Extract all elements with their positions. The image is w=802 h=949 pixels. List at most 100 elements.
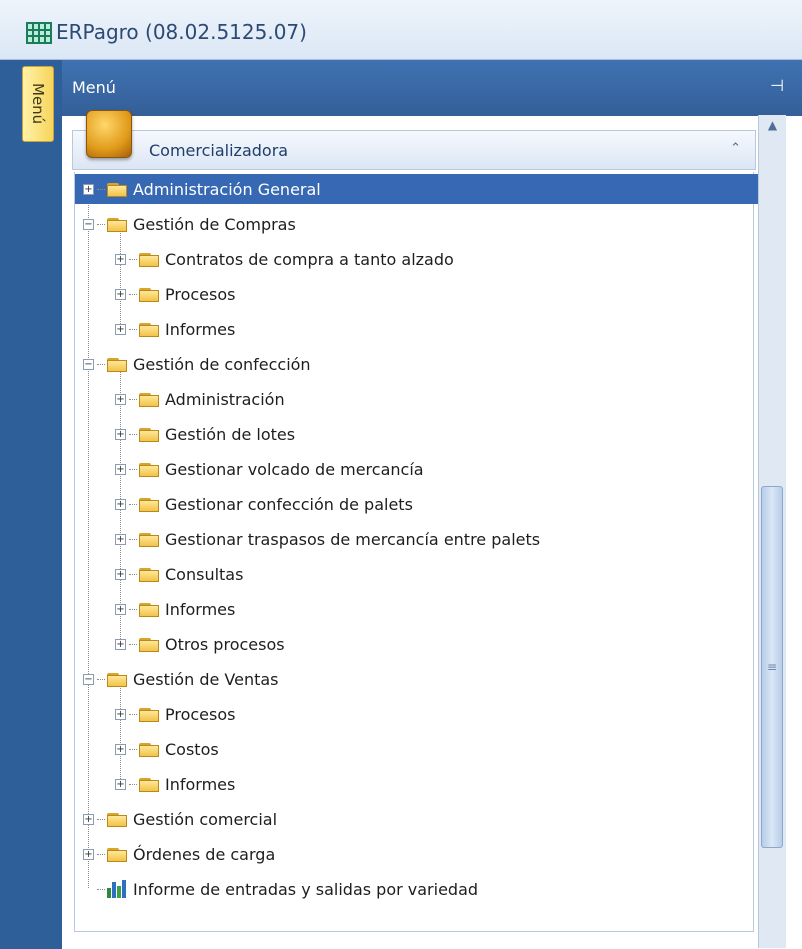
erp-grid-icon — [26, 22, 52, 44]
collapse-toggle-icon[interactable]: − — [83, 218, 94, 230]
expand-toggle-icon[interactable]: + — [115, 638, 126, 650]
tree-item[interactable]: + Consultas — [115, 559, 243, 589]
tree-item[interactable]: + Gestionar traspasos de mercancía entre … — [115, 524, 540, 554]
tree-item[interactable]: − Gestión de Ventas — [83, 664, 279, 694]
tree-guide-line — [88, 188, 89, 888]
tree-item[interactable]: + Gestionar volcado de mercancía — [115, 454, 424, 484]
expand-toggle-icon[interactable]: + — [83, 848, 94, 860]
folder-icon — [139, 706, 159, 722]
group-label: Comercializadora — [149, 141, 289, 160]
tree-item[interactable]: + Otros procesos — [115, 629, 285, 659]
chart-bar — [122, 880, 126, 898]
tree-item[interactable]: + Órdenes de carga — [83, 839, 275, 869]
folder-icon — [139, 426, 159, 442]
tree-item-label: Costos — [165, 739, 219, 759]
expand-toggle-icon[interactable]: + — [115, 708, 126, 720]
tree-connector — [129, 258, 137, 260]
tree-item-label: Contratos de compra a tanto alzado — [165, 249, 454, 269]
cube-icon — [86, 110, 132, 158]
tree-item-label: Informes — [165, 774, 236, 794]
tree-connector — [97, 888, 105, 890]
tree-connector — [129, 468, 137, 470]
folder-icon — [139, 636, 159, 652]
tree-connector — [129, 433, 137, 435]
folder-icon — [139, 391, 159, 407]
tree-item[interactable]: − Gestión de Compras — [83, 209, 296, 239]
tree-item-label: Gestionar volcado de mercancía — [165, 459, 424, 479]
tree-connector — [129, 573, 137, 575]
tree-item[interactable]: Informe de entradas y salidas por varied… — [83, 874, 478, 904]
scroll-thumb[interactable]: ≡ — [761, 486, 783, 848]
tree-item-label: Otros procesos — [165, 634, 285, 654]
menu-panel: Menú ⊣ Comercializadora ⌃ + Administració… — [62, 60, 802, 949]
expand-toggle-icon[interactable]: + — [115, 393, 126, 405]
group-header-comercializadora[interactable]: Comercializadora ⌃ — [72, 130, 756, 170]
collapse-toggle-icon[interactable]: − — [83, 673, 94, 685]
tree-item-label: Órdenes de carga — [133, 844, 276, 864]
folder-icon — [139, 741, 159, 757]
expand-toggle-icon[interactable]: + — [83, 813, 94, 825]
tree-item[interactable]: + Administración General — [75, 174, 759, 204]
expand-toggle-icon[interactable]: + — [115, 603, 126, 615]
expand-toggle-icon[interactable]: + — [115, 463, 126, 475]
tree-item[interactable]: + Contratos de compra a tanto alzado — [115, 244, 454, 274]
tree-item-label: Procesos — [165, 704, 236, 724]
tree-item-label: Gestión de lotes — [165, 424, 296, 444]
folder-icon — [139, 461, 159, 477]
tree-item[interactable]: + Informes — [115, 769, 235, 799]
tree-item-label: Gestión de Ventas — [133, 669, 279, 689]
folder-icon — [107, 216, 127, 232]
folder-icon — [139, 286, 159, 302]
expand-toggle-icon[interactable]: + — [115, 253, 126, 265]
tree-connector — [97, 818, 105, 820]
tree-item-label: Gestión de confección — [133, 354, 311, 374]
tree-item[interactable]: + Informes — [115, 594, 235, 624]
double-chevron-up-icon[interactable]: ⌃ — [730, 141, 741, 156]
tree-connector — [129, 783, 137, 785]
tree-item[interactable]: + Gestión de lotes — [115, 419, 295, 449]
chart-bar — [107, 888, 111, 898]
expand-toggle-icon[interactable]: + — [115, 568, 126, 580]
tree-item[interactable]: + Procesos — [115, 279, 235, 309]
expand-toggle-icon[interactable]: + — [83, 183, 94, 195]
tree-item-label: Gestión de Compras — [133, 214, 296, 234]
tree-item[interactable]: + Gestionar confección de palets — [115, 489, 413, 519]
expand-toggle-icon[interactable]: + — [115, 778, 126, 790]
folder-icon — [139, 776, 159, 792]
expand-toggle-icon[interactable]: + — [115, 288, 126, 300]
tree-item[interactable]: + Administración — [115, 384, 285, 414]
folder-icon — [107, 356, 127, 372]
tree-item[interactable]: + Costos — [115, 734, 219, 764]
folder-icon — [139, 321, 159, 337]
collapse-toggle-icon[interactable]: − — [83, 358, 94, 370]
expand-toggle-icon[interactable]: + — [115, 743, 126, 755]
tree-item-label: Gestionar traspasos de mercancía entre p… — [165, 529, 541, 549]
tree-item-label: Informe de entradas y salidas por varied… — [133, 879, 479, 899]
tree-item-label: Procesos — [165, 284, 236, 304]
expand-toggle-icon[interactable]: + — [115, 323, 126, 335]
tree-connector — [129, 293, 137, 295]
tree-item[interactable]: + Gestión comercial — [83, 804, 277, 834]
chart-bar — [112, 882, 116, 898]
menu-tree: + Administración General − Gestión de Compr… — [74, 172, 759, 932]
tree-item-label: Gestión comercial — [133, 809, 278, 829]
expand-toggle-icon[interactable]: + — [115, 533, 126, 545]
tree-connector — [129, 503, 137, 505]
expand-toggle-icon[interactable]: + — [115, 498, 126, 510]
tree-item[interactable]: + Informes — [115, 314, 235, 344]
tree-item[interactable]: + Procesos — [115, 699, 235, 729]
vertical-scrollbar[interactable]: ▲ ≡ — [758, 115, 786, 948]
tree-connector — [97, 853, 105, 855]
folder-icon — [139, 601, 159, 617]
folder-icon — [139, 566, 159, 582]
pin-icon[interactable]: ⊣ — [770, 76, 784, 95]
side-tab-menu[interactable]: Menú — [22, 66, 54, 142]
tree-connector — [97, 188, 105, 190]
panel-title: Menú — [72, 78, 116, 97]
scroll-up-icon[interactable]: ▲ — [759, 115, 786, 135]
tree-item[interactable]: − Gestión de confección — [83, 349, 311, 379]
folder-icon — [139, 496, 159, 512]
tree-connector — [129, 713, 137, 715]
expand-toggle-icon[interactable]: + — [115, 428, 126, 440]
tree-item-label: Administración — [165, 389, 285, 409]
